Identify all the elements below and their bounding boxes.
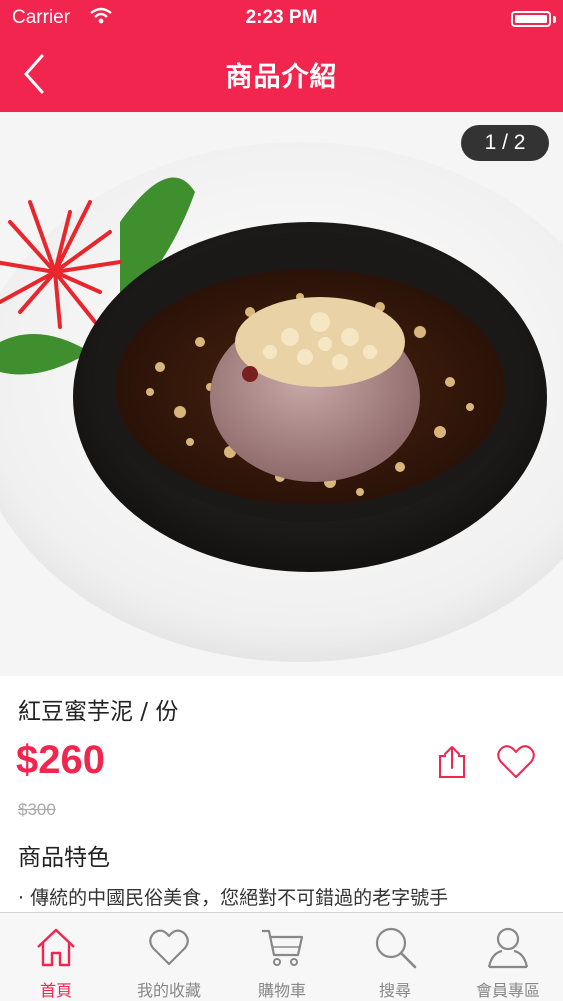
product-price: $260: [16, 738, 105, 782]
status-bar: Carrier 2:23 PM: [0, 0, 563, 36]
status-time: 2:23 PM: [245, 7, 318, 28]
features-heading: 商品特色: [18, 845, 110, 871]
original-price: $300: [18, 800, 56, 819]
favorite-button[interactable]: [496, 744, 536, 780]
tab-favorites-label: 我的收藏: [136, 981, 201, 1000]
dessert-photo: [0, 112, 563, 676]
cart-icon: [262, 929, 304, 966]
share-button[interactable]: [434, 744, 470, 780]
user-icon: [487, 927, 529, 969]
tab-home[interactable]: 首頁: [0, 913, 112, 1001]
tab-bar: 首頁 我的收藏 購物車 搜尋 會員專區: [0, 912, 563, 1001]
nav-header: Carrier 2:23 PM 商品介紹: [0, 0, 563, 112]
heart-icon: [149, 929, 189, 966]
tab-search-label: 搜尋: [378, 981, 411, 1000]
product-name: 紅豆蜜芋泥 / 份: [18, 699, 179, 725]
tab-cart-label: 購物車: [257, 981, 306, 1000]
search-icon: [375, 927, 417, 969]
tab-search[interactable]: 搜尋: [339, 913, 451, 1001]
tab-home-label: 首頁: [39, 981, 72, 1000]
image-counter: 1 / 2: [461, 125, 549, 161]
page-title: 商品介紹: [225, 62, 338, 93]
product-image[interactable]: [0, 112, 563, 676]
tab-cart[interactable]: 購物車: [226, 913, 338, 1001]
features-text: · 傳統的中國民俗美食，您絕對不可錯過的老字號手: [18, 887, 449, 909]
tab-member[interactable]: 會員專區: [452, 913, 563, 1001]
battery-icon: [511, 11, 551, 27]
home-icon: [37, 928, 75, 967]
heart-icon: [497, 745, 535, 778]
share-icon: [439, 746, 465, 778]
battery-tip: [553, 16, 556, 23]
tab-favorites[interactable]: 我的收藏: [113, 913, 225, 1001]
tab-member-label: 會員專區: [475, 981, 540, 1000]
